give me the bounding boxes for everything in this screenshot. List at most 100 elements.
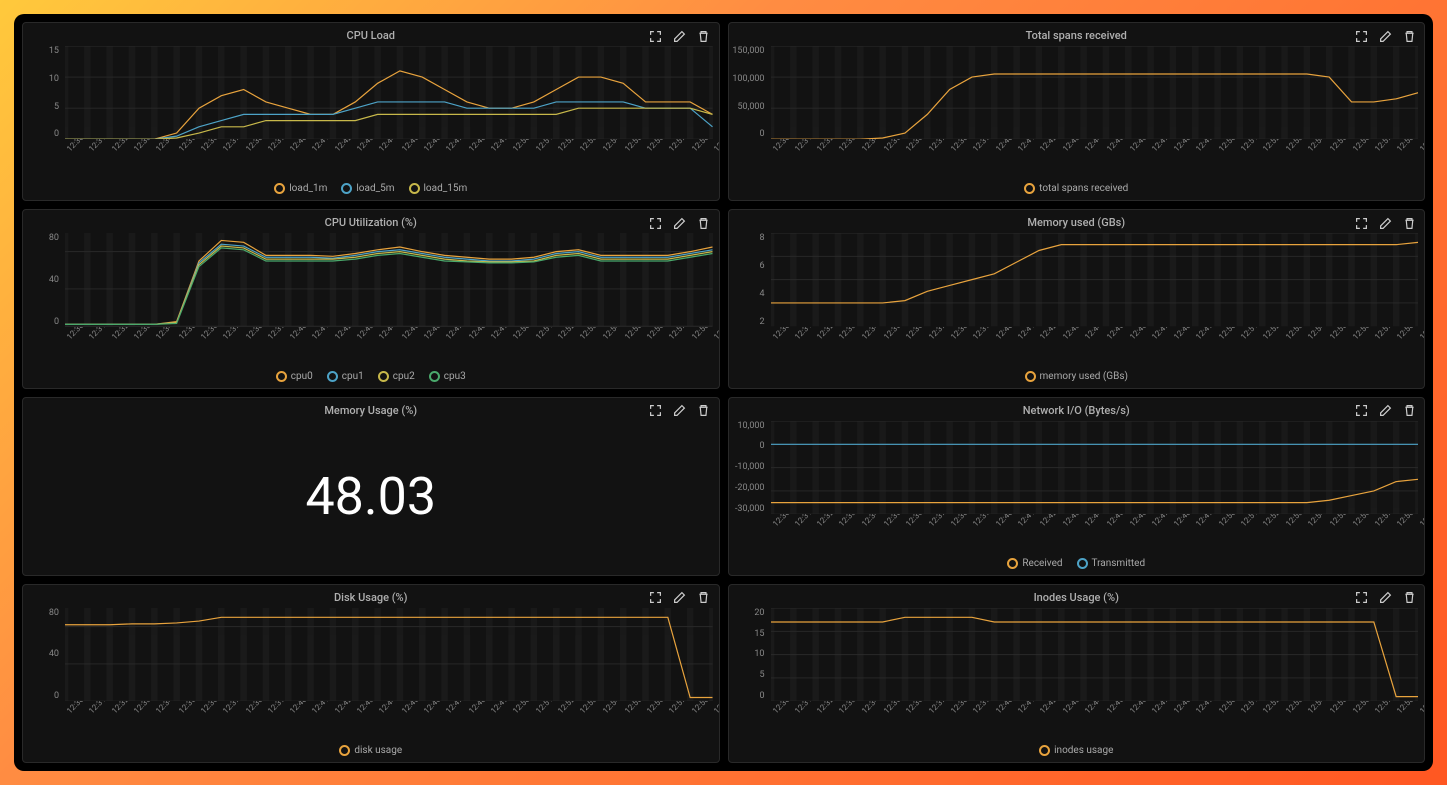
legend-item[interactable]: memory used (GBs)	[1025, 371, 1128, 382]
delete-icon[interactable]	[1402, 404, 1416, 418]
legend-swatch-icon	[1039, 745, 1050, 756]
legend-item[interactable]: total spans received	[1024, 183, 1128, 194]
x-tick-label: 12:37 a.m.	[221, 147, 244, 170]
x-tick-label: 12:52 a.m.	[1261, 335, 1284, 358]
legend-item[interactable]: load_15m	[409, 183, 468, 194]
x-tick-label: 12:39 a.m.	[971, 335, 994, 358]
fullscreen-icon[interactable]	[1354, 216, 1368, 230]
legend-item[interactable]: cpu0	[276, 371, 313, 382]
x-tick-label: 12:55 a.m.	[623, 147, 646, 170]
legend-item[interactable]: load_1m	[274, 183, 327, 194]
x-tick-label: 12:36 a.m.	[904, 147, 927, 170]
y-tick-label: 2	[729, 317, 765, 327]
x-tick-label: 12:31 a.m.	[87, 709, 110, 732]
x-tick-label: 12:32 a.m.	[815, 335, 838, 358]
x-tick-label: 12:59 a.m.	[712, 147, 718, 170]
y-tick-label: 0	[729, 129, 765, 139]
delete-icon[interactable]	[1402, 29, 1416, 43]
x-tick-label: 12:30 a.m.	[771, 335, 794, 358]
delete-icon[interactable]	[697, 29, 711, 43]
x-tick-label: 12:54 a.m.	[601, 147, 624, 170]
x-tick-label: 12:39 a.m.	[971, 709, 994, 732]
y-tick-label: 80	[23, 233, 59, 243]
legend-label: memory used (GBs)	[1040, 371, 1128, 382]
y-tick-label: -30,000	[729, 504, 765, 514]
fullscreen-icon[interactable]	[649, 404, 663, 418]
x-tick-label: 12:51 a.m.	[534, 335, 557, 358]
edit-icon[interactable]	[673, 216, 687, 230]
delete-icon[interactable]	[697, 404, 711, 418]
y-tick-label: 100,000	[729, 74, 765, 84]
legend-label: load_15m	[424, 183, 468, 194]
edit-icon[interactable]	[1378, 404, 1392, 418]
x-tick-label: 12:46 a.m.	[422, 335, 445, 358]
x-tick-label: 12:47 a.m.	[1150, 522, 1173, 545]
y-tick-label: 10,000	[729, 421, 765, 431]
fullscreen-icon[interactable]	[649, 29, 663, 43]
x-tick-label: 12:55 a.m.	[623, 709, 646, 732]
panel-disk: Disk Usage (%) 80400 12:30 a.m.12:31 a.m…	[22, 584, 720, 763]
edit-icon[interactable]	[673, 591, 687, 605]
legend-item[interactable]: inodes usage	[1039, 745, 1113, 756]
x-tick-label: 12:43 a.m.	[355, 709, 378, 732]
x-tick-label: 12:40 a.m.	[994, 522, 1017, 545]
edit-icon[interactable]	[1378, 29, 1392, 43]
edit-icon[interactable]	[673, 29, 687, 43]
x-tick-label: 12:39 a.m.	[971, 522, 994, 545]
x-tick-label: 12:38 a.m.	[244, 709, 267, 732]
edit-icon[interactable]	[673, 404, 687, 418]
delete-icon[interactable]	[1402, 216, 1416, 230]
x-tick-label: 12:58 a.m.	[1395, 522, 1418, 545]
x-tick-label: 12:57 a.m.	[1373, 709, 1396, 732]
panel-inodes: Inodes Usage (%) 20151050 12:30 a.m.12:3…	[728, 584, 1426, 763]
legend-label: load_5m	[356, 183, 394, 194]
delete-icon[interactable]	[697, 591, 711, 605]
legend-item[interactable]: cpu3	[429, 371, 466, 382]
fullscreen-icon[interactable]	[649, 591, 663, 605]
x-tick-label: 12:43 a.m.	[1061, 522, 1084, 545]
x-tick-label: 12:41 a.m.	[310, 335, 333, 358]
x-tick-label: 12:45 a.m.	[400, 709, 423, 732]
x-tick-label: 12:33 a.m.	[837, 522, 860, 545]
fullscreen-icon[interactable]	[1354, 29, 1368, 43]
x-tick-label: 12:36 a.m.	[904, 522, 927, 545]
x-tick-label: 12:59 a.m.	[1418, 709, 1424, 732]
x-tick-label: 12:59 a.m.	[1418, 147, 1424, 170]
y-tick-label: 4	[729, 289, 765, 299]
panel-actions	[649, 29, 711, 43]
fullscreen-icon[interactable]	[1354, 591, 1368, 605]
delete-icon[interactable]	[1402, 591, 1416, 605]
x-tick-label: 12:49 a.m.	[1194, 147, 1217, 170]
legend-item[interactable]: Received	[1007, 558, 1062, 569]
x-tick-label: 12:59 a.m.	[1418, 522, 1424, 545]
legend-item[interactable]: cpu1	[327, 371, 364, 382]
fullscreen-icon[interactable]	[649, 216, 663, 230]
x-tick-label: 12:44 a.m.	[377, 709, 400, 732]
panel-cpu-load: CPU Load 151050 12:30 a.m.12:31 a.m.12:3…	[22, 22, 720, 201]
x-tick-label: 12:35 a.m.	[177, 709, 200, 732]
y-tick-label: 5	[23, 102, 59, 112]
edit-icon[interactable]	[1378, 216, 1392, 230]
y-tick-label: 10	[23, 74, 59, 84]
x-tick-label: 12:38 a.m.	[949, 147, 972, 170]
x-tick-label: 12:38 a.m.	[949, 522, 972, 545]
x-tick-label: 12:57 a.m.	[667, 709, 690, 732]
legend-item[interactable]: load_5m	[341, 183, 394, 194]
x-tick-label: 12:36 a.m.	[904, 335, 927, 358]
legend-item[interactable]: cpu2	[378, 371, 415, 382]
x-tick-label: 12:43 a.m.	[1061, 147, 1084, 170]
fullscreen-icon[interactable]	[1354, 404, 1368, 418]
legend-item[interactable]: disk usage	[339, 745, 402, 756]
x-tick-label: 12:36 a.m.	[199, 709, 222, 732]
x-tick-label: 12:31 a.m.	[87, 147, 110, 170]
x-tick-label: 12:31 a.m.	[87, 335, 110, 358]
x-tick-label: 12:34 a.m.	[860, 147, 883, 170]
x-tick-label: 12:45 a.m.	[1105, 335, 1128, 358]
x-tick-label: 12:35 a.m.	[177, 335, 200, 358]
delete-icon[interactable]	[697, 216, 711, 230]
edit-icon[interactable]	[1378, 591, 1392, 605]
x-tick-label: 12:39 a.m.	[266, 147, 289, 170]
legend-item[interactable]: Transmitted	[1077, 558, 1146, 569]
x-tick-label: 12:58 a.m.	[690, 709, 713, 732]
x-tick-label: 12:37 a.m.	[927, 335, 950, 358]
